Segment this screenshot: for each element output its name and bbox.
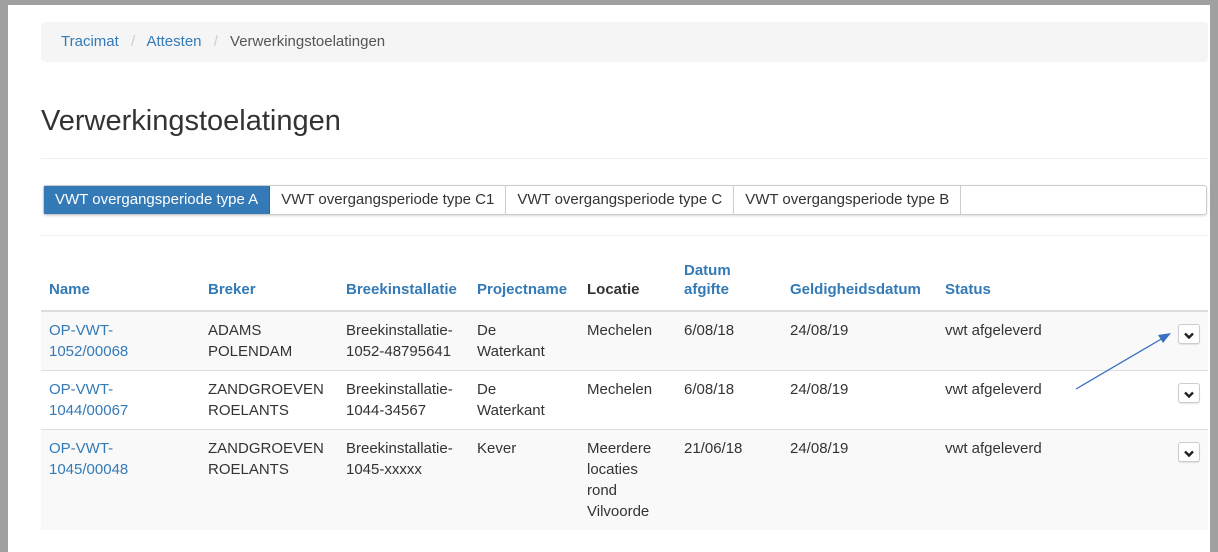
app-frame: Tracimat / Attesten / Verwerkingstoelati… bbox=[8, 5, 1210, 552]
row-actions-dropdown-button[interactable] bbox=[1178, 324, 1200, 344]
table-header-row: Name Breker Breekinstallatie Projectname… bbox=[41, 247, 1208, 312]
row-breekinstallatie: Breekinstallatie- 1044-34567 bbox=[338, 370, 469, 430]
breadcrumb-separator: / bbox=[130, 33, 136, 50]
vwt-table: Name Breker Breekinstallatie Projectname… bbox=[41, 247, 1208, 530]
column-header-projectname[interactable]: Projectname bbox=[469, 247, 579, 312]
breadcrumb-separator: / bbox=[213, 33, 218, 50]
column-header-breekinstallatie[interactable]: Breekinstallatie bbox=[338, 247, 469, 312]
row-breekinstallatie: Breekinstallatie- 1052-48795641 bbox=[338, 310, 469, 371]
column-header-geldigheidsdatum[interactable]: Geldigheidsdatum bbox=[782, 247, 937, 312]
column-header-breker[interactable]: Breker bbox=[200, 247, 338, 312]
breadcrumb-link-tracimat[interactable]: Tracimat bbox=[61, 33, 119, 50]
row-geldigheidsdatum: 24/08/19 bbox=[782, 429, 937, 530]
row-actions-dropdown-button[interactable] bbox=[1178, 442, 1200, 462]
column-header-datum-afgifte[interactable]: Datum afgifte bbox=[676, 247, 782, 312]
column-header-locatie: Locatie bbox=[579, 247, 676, 312]
chevron-down-icon bbox=[1184, 332, 1194, 340]
row-breker: ZANDGROEVEN ROELANTS bbox=[200, 429, 338, 530]
column-header-status[interactable]: Status bbox=[937, 247, 1102, 312]
breadcrumb-current: Verwerkingstoelatingen bbox=[230, 33, 386, 50]
table-row: OP-VWT- 1044/00067 ZANDGROEVEN ROELANTS Br… bbox=[41, 370, 1208, 430]
row-locatie: Mechelen bbox=[579, 370, 676, 430]
row-datum-afgifte: 6/08/18 bbox=[676, 370, 782, 430]
tab-type-c[interactable]: VWT overgangsperiode type C bbox=[506, 186, 735, 214]
row-status: vwt afgeleverd bbox=[937, 370, 1102, 430]
tab-type-c1[interactable]: VWT overgangsperiode type C1 bbox=[270, 186, 507, 214]
row-datum-afgifte: 6/08/18 bbox=[676, 310, 782, 371]
row-name-link[interactable]: OP-VWT- 1045/00048 bbox=[49, 440, 128, 478]
table-row: OP-VWT- 1045/00048 ZANDGROEVEN ROELANTS Br… bbox=[41, 429, 1208, 530]
column-header-name[interactable]: Name bbox=[41, 247, 200, 312]
tab-type-b[interactable]: VWT overgangsperiode type B bbox=[734, 186, 962, 214]
tab-type-a[interactable]: VWT overgangsperiode type A bbox=[44, 186, 271, 214]
row-locatie: Mechelen bbox=[579, 310, 676, 371]
column-header-actions bbox=[1102, 247, 1208, 312]
chevron-down-icon bbox=[1184, 391, 1194, 399]
table-row: OP-VWT- 1052/00068 ADAMS POLENDAM Breekins… bbox=[41, 310, 1208, 371]
row-actions-dropdown-button[interactable] bbox=[1178, 383, 1200, 403]
row-projectname: De Waterkant bbox=[469, 310, 579, 371]
row-breker: ADAMS POLENDAM bbox=[200, 310, 338, 371]
row-geldigheidsdatum: 24/08/19 bbox=[782, 310, 937, 371]
row-breker: ZANDGROEVEN ROELANTS bbox=[200, 370, 338, 430]
tabs-divider bbox=[41, 235, 1208, 236]
row-name-link[interactable]: OP-VWT- 1044/00067 bbox=[49, 381, 128, 419]
row-geldigheidsdatum: 24/08/19 bbox=[782, 370, 937, 430]
chevron-down-icon bbox=[1184, 450, 1194, 458]
row-status: vwt afgeleverd bbox=[937, 310, 1102, 371]
row-name-link[interactable]: OP-VWT- 1052/00068 bbox=[49, 322, 128, 360]
type-tabs: VWT overgangsperiode type A VWT overgang… bbox=[43, 185, 1207, 215]
row-datum-afgifte: 21/06/18 bbox=[676, 429, 782, 530]
row-status: vwt afgeleverd bbox=[937, 429, 1102, 530]
row-locatie: Meerdere locaties rond Vilvoorde bbox=[579, 429, 676, 530]
breadcrumb-link-attesten[interactable]: Attesten bbox=[146, 33, 201, 50]
row-projectname: Kever bbox=[469, 429, 579, 530]
page-title: Verwerkingstoelatingen bbox=[41, 105, 341, 137]
breadcrumb: Tracimat / Attesten / Verwerkingstoelati… bbox=[41, 22, 1208, 62]
title-divider bbox=[41, 158, 1208, 159]
row-projectname: De Waterkant bbox=[469, 370, 579, 430]
row-breekinstallatie: Breekinstallatie- 1045-xxxxx bbox=[338, 429, 469, 530]
